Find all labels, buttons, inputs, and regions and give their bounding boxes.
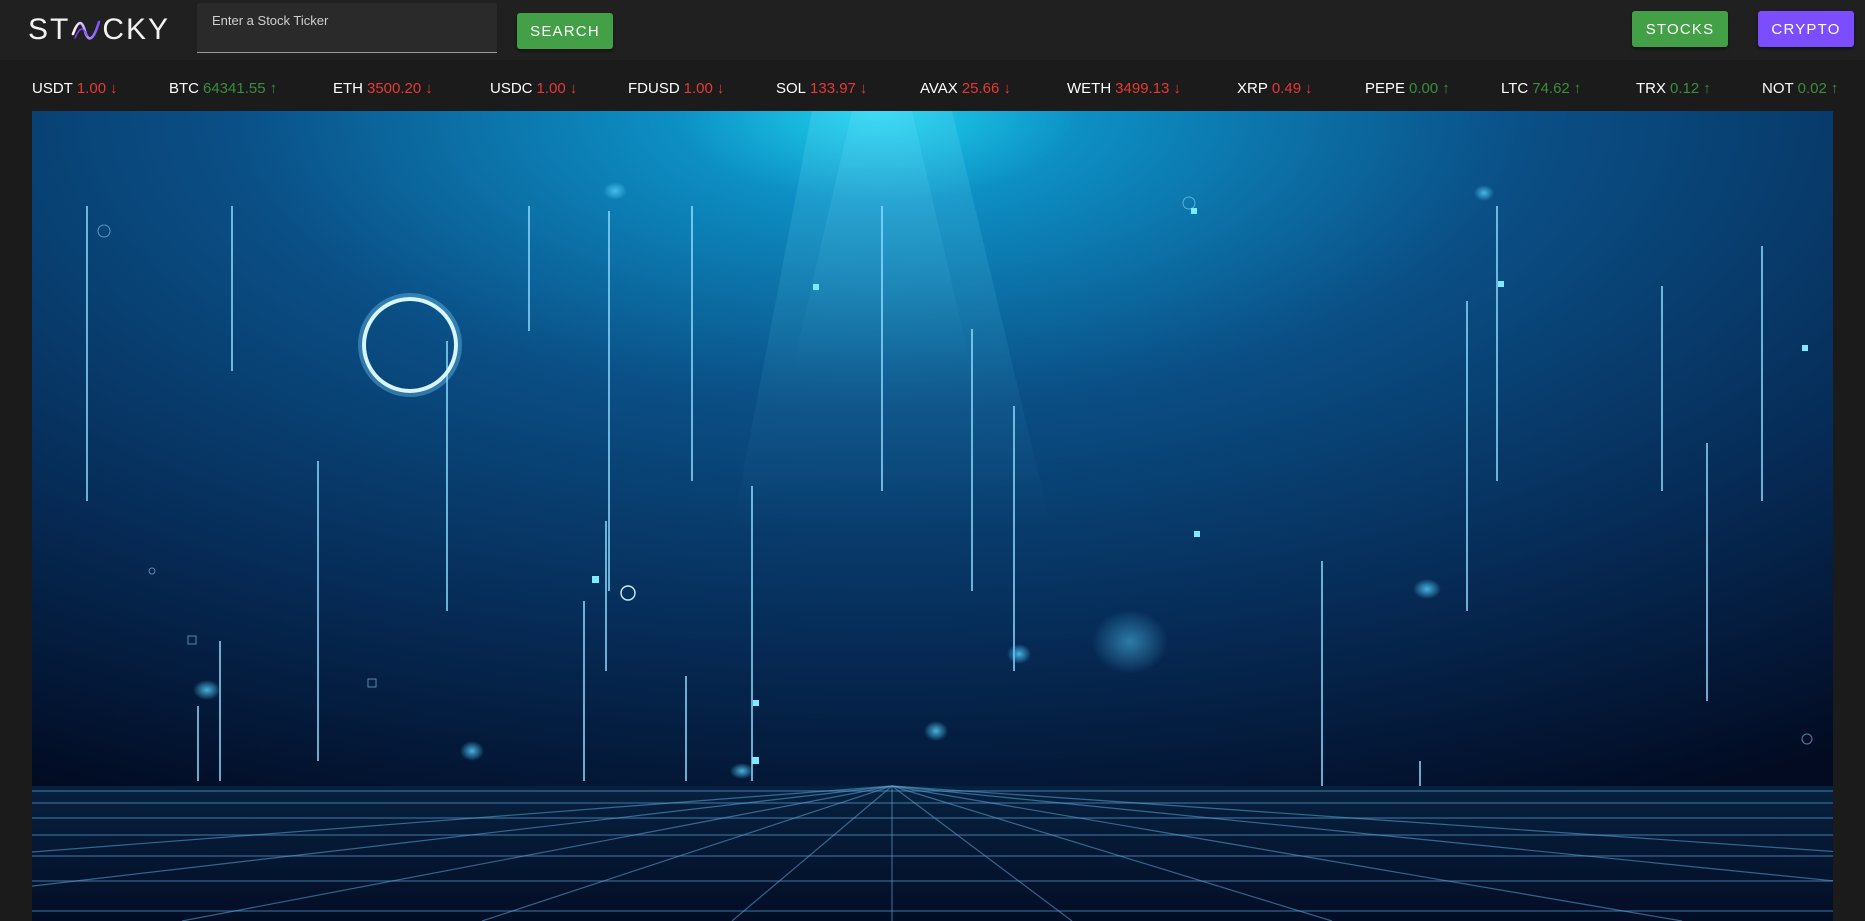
ticker-arrow-icon: ↓ xyxy=(716,80,725,97)
ticker-symbol: PEPE xyxy=(1365,80,1406,97)
ticker-symbol: AVAX xyxy=(920,80,958,97)
ticker-item[interactable]: XRP 0.49 ↓ xyxy=(1237,80,1313,97)
search-button[interactable]: SEARCH xyxy=(517,13,613,49)
ticker-symbol: ETH xyxy=(333,80,363,97)
ticker-item[interactable]: NOT 0.02 ↑ xyxy=(1762,80,1838,97)
ticker-price: 0.02 xyxy=(1797,80,1827,97)
ticker-price: 0.49 xyxy=(1271,80,1302,97)
ticker-arrow-icon: ↓ xyxy=(569,80,578,97)
ticker-symbol: TRX xyxy=(1636,80,1666,97)
ticker-price: 1.00 xyxy=(536,80,566,97)
ticker-item[interactable]: USDC 1.00 ↓ xyxy=(490,80,577,97)
hero-background-image xyxy=(32,111,1833,921)
ticker-item[interactable]: FDUSD 1.00 ↓ xyxy=(628,80,724,97)
ticker-arrow-icon: ↑ xyxy=(1830,80,1839,97)
ticker-price: 25.66 xyxy=(961,80,1000,97)
ticker-item[interactable]: AVAX 25.66 ↓ xyxy=(920,80,1011,97)
ticker-price: 0.00 xyxy=(1409,80,1439,97)
ticker-symbol: WETH xyxy=(1067,80,1112,97)
ticker-item[interactable]: USDT 1.00 ↓ xyxy=(32,80,118,97)
stock-ticker-search-field[interactable] xyxy=(197,3,497,53)
ticker-arrow-icon: ↑ xyxy=(1442,80,1450,97)
ticker-price: 64341.55 xyxy=(203,80,266,97)
logo-text-right: CKY xyxy=(102,13,171,46)
stock-ticker-input[interactable] xyxy=(212,11,482,29)
ticker-price: 3500.20 xyxy=(367,80,422,97)
ticker-item[interactable]: TRX 0.12 ↑ xyxy=(1636,80,1711,97)
ticker-symbol: NOT xyxy=(1762,80,1794,97)
ticker-symbol: XRP xyxy=(1237,80,1268,97)
ticker-item[interactable]: LTC 74.62 ↑ xyxy=(1501,80,1581,97)
ticker-arrow-icon: ↓ xyxy=(425,80,433,97)
logo-wave-icon xyxy=(72,20,101,40)
ticker-item[interactable]: WETH 3499.13 ↓ xyxy=(1067,80,1181,97)
ticker-arrow-icon: ↓ xyxy=(1305,80,1313,97)
ticker-symbol: USDC xyxy=(490,80,533,97)
ticker-arrow-icon: ↑ xyxy=(1573,80,1582,97)
ticker-price: 74.62 xyxy=(1532,80,1570,97)
ticker-arrow-icon: ↓ xyxy=(110,80,118,97)
ticker-price: 0.12 xyxy=(1670,80,1700,97)
top-app-bar: ST CKY SEARCH STOCKS CRYPTO xyxy=(0,0,1865,60)
ticker-price: 1.00 xyxy=(76,80,107,97)
ticker-symbol: BTC xyxy=(169,80,199,97)
logo-text-left: ST xyxy=(28,13,71,46)
stocky-logo[interactable]: ST CKY xyxy=(28,12,170,48)
ticker-arrow-icon: ↓ xyxy=(1003,80,1011,97)
ticker-arrow-icon: ↓ xyxy=(1173,80,1181,97)
ticker-price: 3499.13 xyxy=(1115,80,1170,97)
ticker-item[interactable]: PEPE 0.00 ↑ xyxy=(1365,80,1450,97)
digital-grid-background xyxy=(32,111,1833,921)
ticker-price: 133.97 xyxy=(810,80,856,97)
ticker-item[interactable]: ETH 3500.20 ↓ xyxy=(333,80,433,97)
crypto-button[interactable]: CRYPTO xyxy=(1758,11,1854,47)
ticker-item[interactable]: BTC 64341.55 ↑ xyxy=(169,80,277,97)
ticker-price: 1.00 xyxy=(683,80,713,97)
stocks-button[interactable]: STOCKS xyxy=(1632,11,1728,47)
ticker-arrow-icon: ↑ xyxy=(269,80,278,97)
ticker-symbol: LTC xyxy=(1501,80,1529,97)
ticker-symbol: SOL xyxy=(776,80,807,97)
ticker-arrow-icon: ↓ xyxy=(859,80,868,97)
ticker-symbol: USDT xyxy=(32,80,73,97)
crypto-price-ticker: USDT 1.00 ↓ BTC 64341.55 ↑ ETH 3500.20 ↓ USDC 1… xyxy=(0,60,1865,111)
ticker-arrow-icon: ↑ xyxy=(1703,80,1711,97)
ticker-symbol: FDUSD xyxy=(628,80,680,97)
ticker-item[interactable]: SOL 133.97 ↓ xyxy=(776,80,867,97)
